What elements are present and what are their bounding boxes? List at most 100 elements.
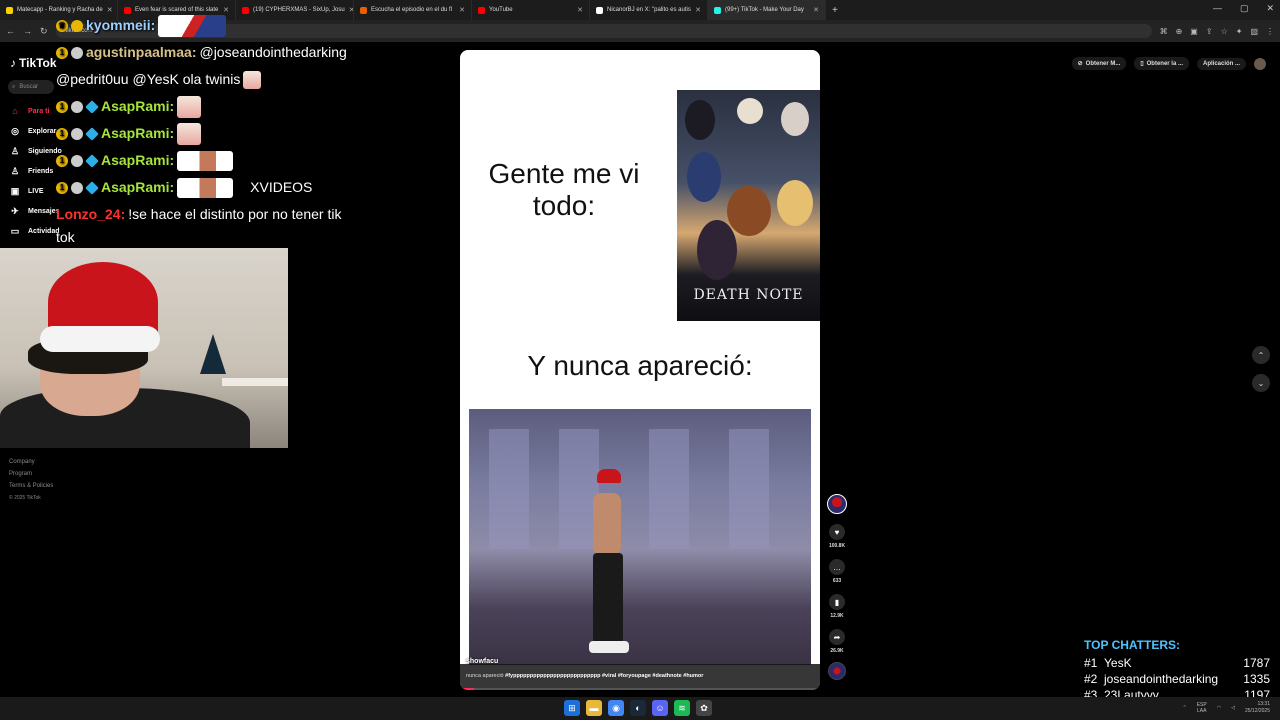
discord-icon[interactable]: ☺	[652, 700, 668, 716]
browser-tab[interactable]: Escucha el episodio en el du fl ✕	[354, 0, 472, 20]
webcam-overlay	[0, 248, 288, 448]
chat-username[interactable]: AsapRami:	[101, 174, 174, 201]
chat-username[interactable]: kyommeii:	[86, 12, 155, 39]
steam-icon[interactable]: ◐	[630, 700, 646, 716]
start-icon[interactable]: ⊞	[564, 700, 580, 716]
tray-arrow-icon[interactable]: ⌃	[1183, 705, 1187, 711]
comment-button[interactable]: …	[829, 559, 845, 575]
bookmark-star-icon[interactable]: ☆	[1221, 27, 1228, 36]
shelf-image	[222, 378, 288, 386]
forward-icon[interactable]: →	[23, 26, 32, 36]
author-avatar[interactable]	[827, 494, 847, 514]
chat-emote	[177, 177, 234, 198]
chat-text: @pedrit0uu @YesK ola twinis	[56, 71, 241, 87]
chat-username[interactable]: AsapRami:	[101, 147, 174, 174]
video-player[interactable]: Gente me vi todo: DEATH NOTE Y nunca apa…	[460, 50, 820, 690]
chat-message-continued: tok	[56, 228, 366, 246]
chevron-down-icon: ⌄	[1257, 378, 1265, 388]
nav-item-siguiendo[interactable]: ♙ Siguiendo	[10, 146, 62, 157]
zoom-icon[interactable]: ⊕	[1176, 27, 1183, 36]
nav-item-friends[interactable]: ♙ Friends	[10, 166, 53, 177]
santa-emote	[243, 70, 262, 89]
chatter-row: #1 YesK 1787	[1084, 656, 1270, 670]
system-tray: ⌃ ESP LAA ◠ ◁ 13:31 25/12/2025	[1183, 701, 1270, 715]
scroll-down-button[interactable]: ⌄	[1252, 374, 1270, 392]
maximize-icon[interactable]: ▢	[1240, 3, 1249, 14]
share-icon[interactable]: ⇪	[1206, 27, 1213, 36]
nav-item-para-ti[interactable]: ⌂ Para ti	[10, 106, 49, 116]
diamond-badge-icon	[85, 126, 99, 141]
diamond-badge-icon	[85, 180, 99, 195]
chat-emote	[177, 150, 234, 171]
chat-username[interactable]: AsapRami:	[101, 120, 174, 147]
footer-link-terms[interactable]: Terms & Policies	[9, 480, 53, 492]
chat-text: !se hace el distinto por no tener tik	[128, 206, 342, 222]
extension-icon[interactable]: ✦	[1236, 27, 1243, 36]
get-coins-button[interactable]: ⊘ Obtener M...	[1071, 57, 1127, 70]
chat-username[interactable]: Lonzo_24:	[56, 201, 125, 228]
top-chatters-title: TOP CHATTERS:	[1084, 638, 1181, 652]
chat-message: Lonzo_24: !se hace el distinto por no te…	[56, 201, 366, 228]
chat-text: @joseandointhedarking	[199, 44, 347, 60]
close-icon[interactable]: ✕	[813, 6, 819, 14]
back-icon[interactable]: ←	[6, 26, 15, 36]
close-icon[interactable]: ✕	[459, 6, 465, 14]
translate-icon[interactable]: ⌘	[1160, 27, 1168, 36]
close-icon[interactable]: ✕	[695, 6, 701, 14]
save-count: 12.9K	[830, 613, 844, 619]
stream-chat: ♛ kyommeii: 1 agustinpaalmaa: @joseandoi…	[56, 12, 366, 246]
nav-item-actividad[interactable]: ▭ Actividad	[10, 226, 60, 237]
spotify-icon[interactable]: ≋	[674, 700, 690, 716]
close-icon[interactable]: ✕	[577, 6, 583, 14]
get-app-button[interactable]: ▯ Obtener la ...	[1134, 57, 1189, 70]
nav-item-mensajes[interactable]: ✈ Mensajes	[10, 206, 59, 217]
menu-icon[interactable]: ⋮	[1266, 27, 1274, 36]
chrome-icon[interactable]: ◉	[608, 700, 624, 716]
wifi-icon[interactable]: ◠	[1217, 705, 1221, 711]
nav-item-explorar[interactable]: ◎ Explorar	[10, 126, 56, 137]
desktop-app-button[interactable]: Aplicación ...	[1196, 57, 1246, 70]
profile-avatar[interactable]	[1254, 57, 1266, 70]
volume-icon[interactable]: ◁	[1231, 705, 1235, 711]
tiktok-logo[interactable]: ♪ TikTok	[10, 56, 57, 70]
tray-lang[interactable]: ESP LAA	[1197, 702, 1207, 714]
tab-title: NicanorBJ en X: "palito es autis	[607, 7, 691, 13]
browser-tab-active[interactable]: (99+) TikTok - Make Your Day ✕	[708, 0, 826, 20]
chat-username[interactable]: AsapRami:	[101, 93, 174, 120]
save-button[interactable]: ▮	[829, 594, 845, 610]
close-window-icon[interactable]: ✕	[1266, 3, 1274, 14]
window-controls: — ▢ ✕	[1213, 3, 1274, 14]
browser-tab[interactable]: YouTube ✕	[472, 0, 590, 20]
clock[interactable]: 13:31 25/12/2025	[1245, 701, 1270, 715]
reload-icon[interactable]: ↻	[40, 26, 48, 37]
hashtags[interactable]: #fypppppppppppppppppppppppppp #viral #fo…	[505, 673, 703, 679]
tier-badge-icon: 1	[56, 181, 68, 194]
death-note-poster-image: DEATH NOTE	[677, 90, 820, 321]
music-disc-icon[interactable]	[828, 662, 846, 680]
share-arrow-icon: ➦	[833, 632, 841, 642]
santa-hat-trim-image	[40, 326, 160, 352]
chat-username[interactable]: agustinpaalmaa:	[86, 39, 196, 66]
share-button[interactable]: ➦	[829, 629, 845, 645]
minimize-icon[interactable]: —	[1213, 3, 1222, 14]
like-button[interactable]: ♥	[829, 524, 845, 540]
install-icon[interactable]: ▣	[1190, 27, 1198, 36]
share-count: 26.9K	[830, 648, 844, 654]
poster-title: DEATH NOTE	[693, 287, 804, 303]
new-tab-button[interactable]: +	[826, 5, 844, 16]
video-author[interactable]: showfacu	[466, 658, 498, 665]
footer-link-company[interactable]: Company	[9, 456, 53, 468]
footer-link-program[interactable]: Program	[9, 468, 53, 480]
taskbar-icons: ⊞ ▬ ◉ ◐ ☺ ≋ ✿	[564, 700, 712, 716]
scroll-up-button[interactable]: ⌃	[1252, 346, 1270, 364]
puzzle-icon[interactable]: ▧	[1250, 27, 1258, 36]
search-input[interactable]: ⌕ Buscar	[8, 80, 54, 94]
app-icon[interactable]: ✿	[696, 700, 712, 716]
gift-badge-icon	[71, 181, 83, 194]
nav-item-live[interactable]: ▣ LIVE	[10, 186, 44, 197]
video-progress-fill	[460, 688, 475, 690]
compass-icon: ◎	[11, 126, 19, 136]
file-explorer-icon[interactable]: ▬	[586, 700, 602, 716]
video-progress-bar[interactable]	[460, 688, 820, 690]
browser-tab[interactable]: NicanorBJ en X: "palito es autis ✕	[590, 0, 708, 20]
